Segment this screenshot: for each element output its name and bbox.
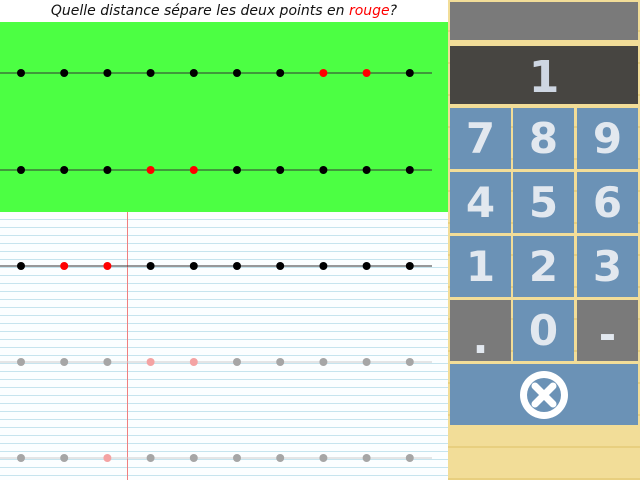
dot [319, 166, 328, 174]
dot [405, 358, 414, 366]
dot [189, 69, 198, 77]
dot [362, 262, 371, 270]
dot [405, 262, 414, 270]
dot [17, 358, 25, 366]
dot [276, 358, 285, 366]
dot [233, 166, 241, 174]
red-dot [362, 69, 371, 77]
dot [17, 454, 25, 462]
dot [146, 262, 155, 270]
number-line-2 [0, 166, 432, 174]
red-dot [146, 358, 155, 366]
dot [146, 454, 155, 462]
dot [17, 262, 25, 270]
key-9[interactable]: 9 [577, 108, 638, 169]
dot [189, 262, 198, 270]
dot [146, 69, 155, 77]
number-line-4 [0, 358, 432, 366]
top-status-box [450, 2, 638, 40]
dot [17, 69, 25, 77]
dot [276, 166, 285, 174]
dot [60, 454, 69, 462]
dot [60, 69, 69, 77]
key-decimal[interactable]: . [450, 300, 511, 363]
keypad-panel: 1 7 8 9 4 5 6 1 2 3 . 0 - [448, 0, 640, 480]
key-6[interactable]: 6 [577, 172, 638, 233]
dot [276, 262, 285, 270]
dot [362, 358, 371, 366]
dot [233, 69, 241, 77]
number-lines [0, 69, 432, 462]
key-3[interactable]: 3 [577, 236, 638, 297]
dot [319, 454, 328, 462]
clear-button[interactable] [450, 364, 638, 425]
red-dot [189, 166, 198, 174]
red-dot [189, 358, 198, 366]
red-dot [146, 166, 155, 174]
number-line-3 [0, 262, 432, 270]
red-dot [319, 69, 328, 77]
dot [276, 454, 285, 462]
clear-circle-x-icon [520, 371, 568, 419]
number-line-5 [0, 454, 432, 462]
dot [60, 166, 69, 174]
key-minus[interactable]: - [577, 300, 638, 361]
dot [276, 69, 285, 77]
dot [405, 454, 414, 462]
dot [60, 358, 69, 366]
dot [233, 454, 241, 462]
dot [319, 358, 328, 366]
answer-display: 1 [450, 46, 638, 104]
dot [103, 358, 112, 366]
dot [103, 69, 112, 77]
dot [189, 454, 198, 462]
red-dot [103, 262, 112, 270]
dot [405, 69, 414, 77]
key-8[interactable]: 8 [513, 108, 574, 169]
dot [319, 262, 328, 270]
key-1[interactable]: 1 [450, 236, 511, 297]
dot [362, 166, 371, 174]
dot [362, 454, 371, 462]
key-7[interactable]: 7 [450, 108, 511, 169]
key-4[interactable]: 4 [450, 172, 511, 233]
key-5[interactable]: 5 [513, 172, 574, 233]
dot [233, 262, 241, 270]
dot [233, 358, 241, 366]
key-0[interactable]: 0 [513, 300, 574, 361]
number-line-1 [0, 69, 432, 77]
key-2[interactable]: 2 [513, 236, 574, 297]
dot [405, 166, 414, 174]
red-dot [60, 262, 69, 270]
dot [17, 166, 25, 174]
dot [103, 166, 112, 174]
red-dot [103, 454, 112, 462]
